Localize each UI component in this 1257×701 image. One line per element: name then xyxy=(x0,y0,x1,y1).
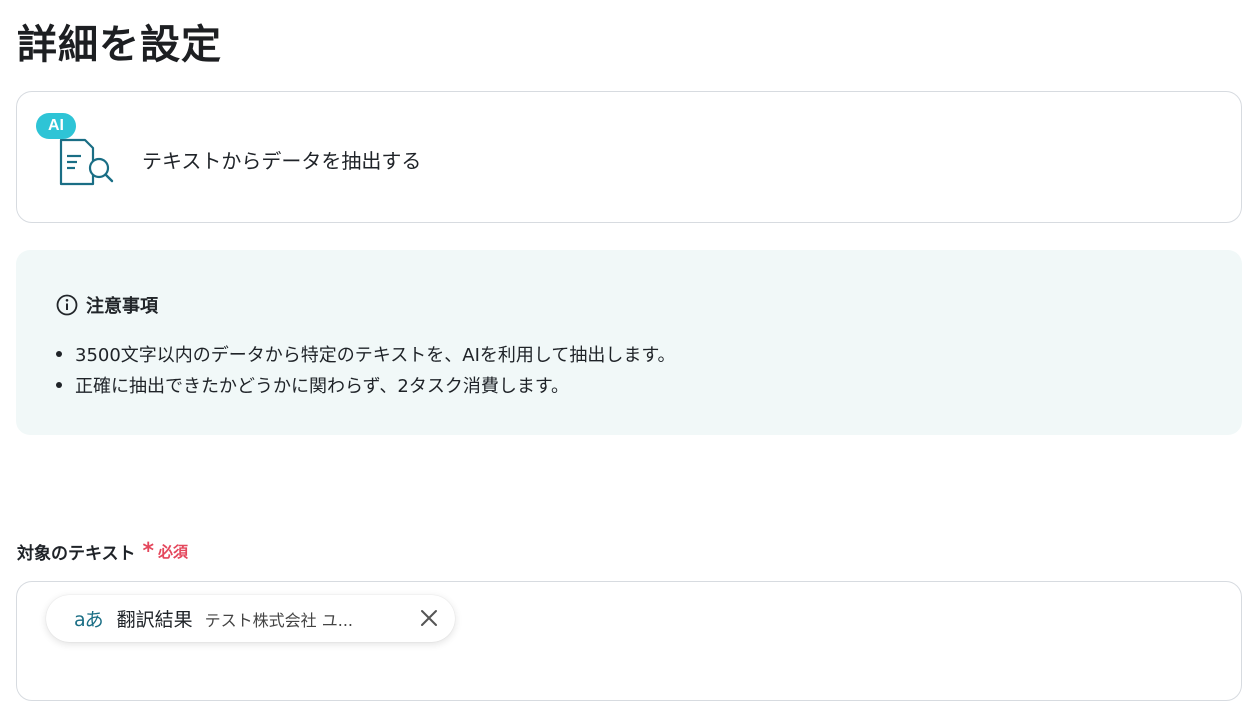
action-card[interactable]: AI テキストからデータを抽出する xyxy=(16,91,1242,223)
chip-title: 翻訳結果 xyxy=(116,609,193,631)
required-asterisk: * xyxy=(142,539,155,564)
page-title: 詳細を設定 xyxy=(17,22,222,68)
info-icon xyxy=(56,294,78,316)
chip-value: テスト株式会社 ユ... xyxy=(204,610,354,630)
notice-item-text: 正確に抽出できたかどうかに関わらず、2タスク消費します。 xyxy=(75,375,570,397)
translate-icon: aあ xyxy=(74,609,104,631)
notice-heading: 注意事項 xyxy=(56,292,158,318)
notice-item: 正確に抽出できたかどうかに関わらず、2タスク消費します。 xyxy=(56,369,676,400)
action-label: テキストからデータを抽出する xyxy=(142,149,422,173)
notice-list: 3500文字以内のデータから特定のテキストを、AIを利用して抽出します。 正確に… xyxy=(56,338,676,400)
notice-box: 注意事項 3500文字以内のデータから特定のテキストを、AIを利用して抽出します… xyxy=(16,250,1242,435)
bullet-icon xyxy=(56,381,62,388)
variable-chip[interactable]: aあ 翻訳結果 テスト株式会社 ユ... xyxy=(46,595,455,642)
field-label-text: 対象のテキスト xyxy=(17,544,136,564)
ai-badge: AI xyxy=(36,113,76,139)
notice-heading-text: 注意事項 xyxy=(86,296,158,317)
close-icon[interactable] xyxy=(419,608,439,628)
required-text: 必須 xyxy=(158,543,189,561)
notice-item-text: 3500文字以内のデータから特定のテキストを、AIを利用して抽出します。 xyxy=(75,344,676,366)
notice-item: 3500文字以内のデータから特定のテキストを、AIを利用して抽出します。 xyxy=(56,338,676,369)
field-label: 対象のテキスト * 必須 xyxy=(17,539,189,565)
bullet-icon xyxy=(56,350,62,357)
